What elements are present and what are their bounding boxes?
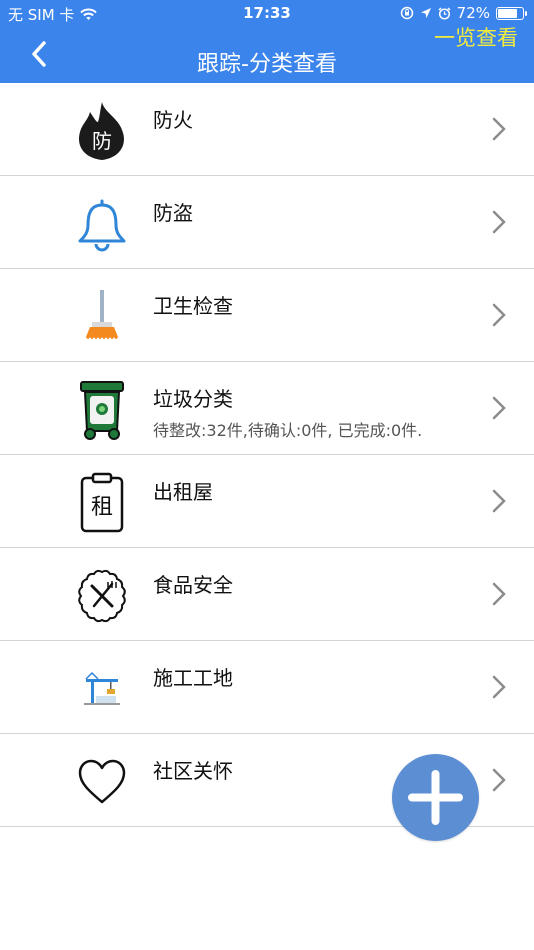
list-item-food-safety[interactable]: 食品安全 xyxy=(0,548,534,641)
battery-percent: 72% xyxy=(456,4,490,22)
chevron-right-icon xyxy=(492,303,506,327)
construction-crane-icon xyxy=(70,657,134,721)
item-summary: 待整改:32件,待确认:0件, 已完成:0件. xyxy=(153,421,423,440)
add-button[interactable] xyxy=(392,754,479,841)
item-label: 社区关怀 xyxy=(153,759,233,783)
rent-icon-text: 租 xyxy=(91,495,113,520)
list-item-hygiene[interactable]: 卫生检查 xyxy=(0,269,534,362)
header-bar: 无 SIM 卡 17:33 72% 跟踪-分类查看 一览查看 xyxy=(0,0,534,83)
item-label: 施工工地 xyxy=(153,666,233,690)
category-list: 防 防火 防盗 卫生检查 垃圾分类 待整改:32件,待确认:0件, 已完成:0件… xyxy=(0,83,534,827)
trash-bin-icon xyxy=(70,378,134,442)
list-item-theft[interactable]: 防盗 xyxy=(0,176,534,269)
heart-icon xyxy=(70,750,134,814)
list-item-fire[interactable]: 防 防火 xyxy=(0,83,534,176)
list-item-rental[interactable]: 租 出租屋 xyxy=(0,455,534,548)
orientation-lock-icon xyxy=(400,6,413,20)
list-item-garbage[interactable]: 垃圾分类 待整改:32件,待确认:0件, 已完成:0件. xyxy=(0,362,534,455)
chevron-right-icon xyxy=(492,489,506,513)
broom-icon xyxy=(70,285,134,349)
item-label: 防火 xyxy=(153,108,193,132)
item-label: 垃圾分类 xyxy=(153,387,233,411)
chevron-right-icon xyxy=(492,396,506,420)
battery-icon xyxy=(496,6,527,20)
food-safety-icon xyxy=(70,564,134,628)
chevron-right-icon xyxy=(492,675,506,699)
item-label: 卫生检查 xyxy=(153,294,233,318)
chevron-right-icon xyxy=(492,117,506,141)
list-item-construction[interactable]: 施工工地 xyxy=(0,641,534,734)
fire-icon: 防 xyxy=(70,99,134,163)
item-label: 出租屋 xyxy=(153,480,213,504)
item-label: 食品安全 xyxy=(153,573,233,597)
chevron-right-icon xyxy=(492,582,506,606)
alarm-icon xyxy=(438,6,451,20)
overview-button[interactable]: 一览查看 xyxy=(434,22,518,52)
chevron-right-icon xyxy=(492,210,506,234)
bell-icon xyxy=(70,192,134,256)
location-arrow-icon xyxy=(420,8,431,18)
item-label: 防盗 xyxy=(153,201,193,225)
plus-icon xyxy=(408,770,463,825)
rent-clipboard-icon: 租 xyxy=(70,471,134,535)
fire-icon-text: 防 xyxy=(92,129,112,153)
chevron-right-icon xyxy=(492,768,506,792)
